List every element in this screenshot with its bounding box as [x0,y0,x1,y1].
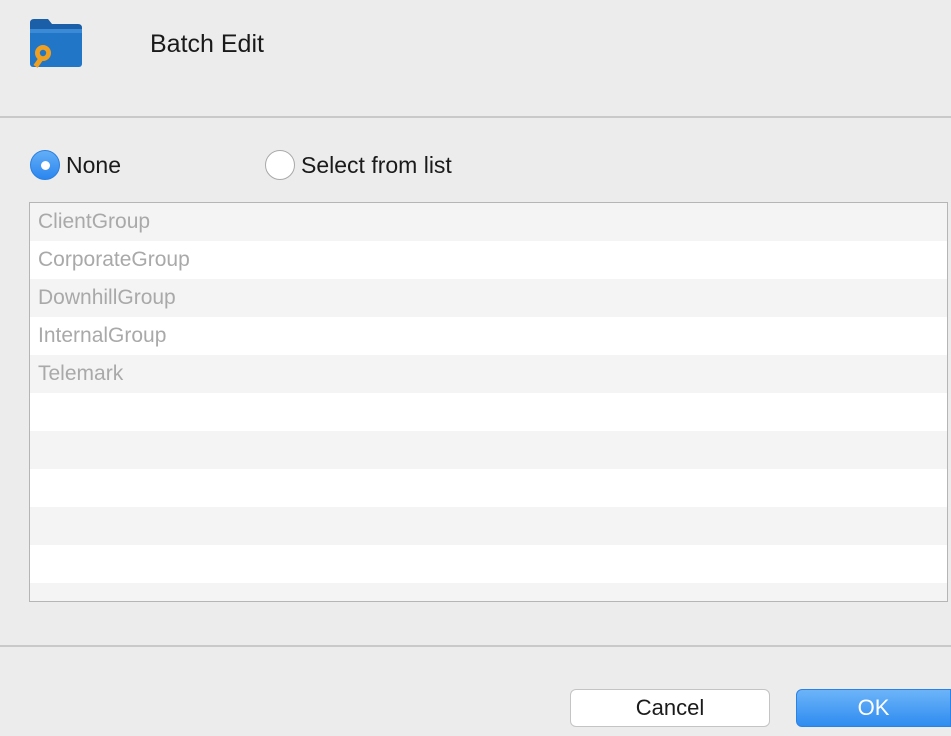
radio-none-label[interactable]: None [66,152,121,179]
list-item [30,507,947,545]
dialog-header: Batch Edit [0,0,951,118]
list-item: InternalGroup [30,317,947,355]
list-item [30,583,947,601]
radio-select-from-list-label[interactable]: Select from list [301,152,452,179]
radio-none[interactable]: None [30,150,121,180]
list-item [30,393,947,431]
footer-divider [0,645,951,647]
group-list: ClientGroup CorporateGroup DownhillGroup… [29,202,948,602]
ok-button[interactable]: OK [796,689,951,727]
batch-edit-dialog: Batch Edit None Select from list ClientG… [0,0,951,736]
list-item: CorporateGroup [30,241,947,279]
list-item: Telemark [30,355,947,393]
cancel-button[interactable]: Cancel [570,689,770,727]
folder-key-icon [30,19,82,68]
list-item: ClientGroup [30,203,947,241]
list-item: DownhillGroup [30,279,947,317]
radio-selected-indicator[interactable] [30,150,60,180]
radio-unselected-indicator[interactable] [265,150,295,180]
group-mode-radio-group: None Select from list [30,150,930,186]
list-item [30,469,947,507]
radio-select-from-list[interactable]: Select from list [265,150,452,180]
dialog-title: Batch Edit [150,30,264,58]
list-item [30,545,947,583]
list-item [30,431,947,469]
